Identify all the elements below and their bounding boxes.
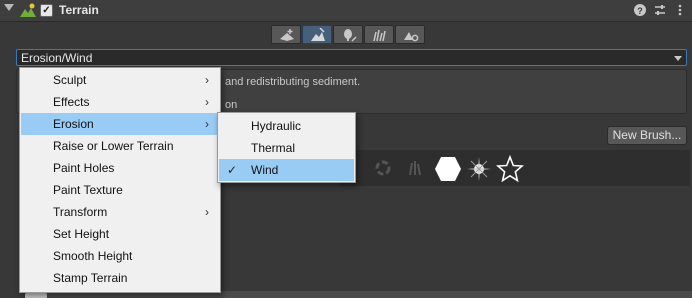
menu-item-raise-lower-terrain[interactable]: Raise or Lower Terrain [21, 135, 219, 157]
component-header [0, 0, 692, 22]
dropdown-value: Erosion/Wind [21, 51, 93, 65]
terrain-component-icon [20, 3, 36, 17]
chevron-down-icon [674, 56, 682, 61]
menu-item-smooth-height[interactable]: Smooth Height [21, 245, 219, 267]
preset-icon[interactable] [653, 3, 667, 17]
submenu-item-hydraulic[interactable]: Hydraulic [219, 115, 354, 137]
chevron-right-icon: › [205, 205, 209, 219]
menu-item-label: Raise or Lower Terrain [53, 139, 174, 153]
submenu-item-label: Thermal [251, 141, 296, 155]
checkmark-icon: ✓ [227, 163, 238, 177]
svg-text:?: ? [637, 6, 643, 16]
menu-item-transform[interactable]: Transform › [21, 201, 219, 223]
brush-grass-icon[interactable] [404, 155, 426, 181]
chevron-right-icon: › [205, 117, 209, 131]
submenu-item-wind[interactable]: ✓ Wind [219, 159, 354, 181]
paint-trees-icon [344, 29, 357, 42]
tool-description-line1: and redistributing sediment. [225, 76, 361, 88]
menu-item-label: Smooth Height [53, 249, 133, 263]
brush-swirl-icon[interactable] [372, 155, 394, 181]
menu-item-sculpt[interactable]: Sculpt › [21, 69, 219, 91]
erosion-submenu: Hydraulic Thermal ✓ Wind [217, 112, 356, 183]
submenu-item-label: Hydraulic [251, 119, 302, 133]
component-enabled-checkbox[interactable]: ✓ [40, 4, 53, 17]
menu-item-label: Paint Texture [53, 183, 123, 197]
brush-sparkle-icon[interactable] [466, 155, 492, 183]
help-icon[interactable]: ? [633, 3, 647, 17]
menu-item-set-height[interactable]: Set Height [21, 223, 219, 245]
brush-hexagon-icon[interactable] [434, 155, 462, 183]
submenu-item-label: Wind [251, 163, 279, 177]
brush-tool-dropdown[interactable]: Erosion/Wind [16, 49, 687, 66]
menu-item-paint-texture[interactable]: Paint Texture [21, 179, 219, 201]
more-icon[interactable] [673, 3, 687, 17]
paint-details-tool-button[interactable] [364, 25, 394, 44]
menu-item-label: Paint Holes [53, 161, 115, 175]
brush-star-icon[interactable] [496, 155, 524, 183]
create-neighbor-icon [280, 29, 294, 41]
menu-item-label: Sculpt [53, 73, 87, 87]
chevron-right-icon: › [205, 73, 209, 87]
component-title: Terrain [59, 3, 99, 17]
submenu-item-thermal[interactable]: Thermal [219, 137, 354, 159]
paint-trees-tool-button[interactable] [333, 25, 363, 44]
menu-item-erosion[interactable]: Erosion › [21, 113, 219, 135]
paint-terrain-icon [311, 28, 325, 41]
tool-description-line2: on [225, 99, 238, 111]
menu-item-label: Erosion [53, 117, 94, 131]
paint-details-icon [373, 29, 386, 42]
menu-item-label: Transform [53, 205, 108, 219]
create-neighbor-tool-button[interactable] [271, 25, 301, 44]
tool-category-menu: Sculpt › Effects › Erosion › Raise or Lower… [19, 67, 221, 293]
chevron-right-icon: › [205, 95, 209, 109]
paint-terrain-tool-button[interactable] [302, 25, 332, 44]
terrain-settings-icon [404, 32, 419, 42]
menu-item-stamp-terrain[interactable]: Stamp Terrain [21, 267, 219, 289]
menu-item-effects[interactable]: Effects › [21, 91, 219, 113]
terrain-settings-tool-button[interactable] [395, 25, 425, 44]
foldout-arrow-icon[interactable] [4, 4, 14, 11]
menu-item-label: Stamp Terrain [53, 271, 128, 285]
menu-item-paint-holes[interactable]: Paint Holes [21, 157, 219, 179]
menu-item-label: Effects [53, 95, 90, 109]
menu-item-label: Set Height [53, 227, 110, 241]
new-brush-button[interactable]: New Brush... [607, 126, 687, 145]
